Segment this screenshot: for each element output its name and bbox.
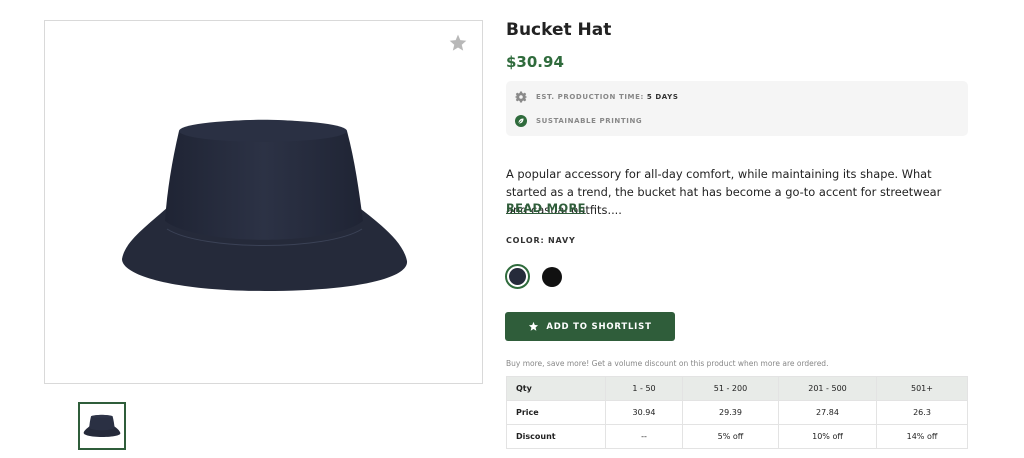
table-row: Discount -- 5% off 10% off 14% off [506,424,968,449]
product-thumbnail[interactable] [78,402,126,450]
add-to-shortlist-button[interactable]: ADD TO SHORTLIST [505,312,675,341]
volume-discount-note: Buy more, save more! Get a volume discou… [506,359,829,368]
table-cell: -- [605,424,683,449]
color-swatch-navy-fill [509,268,526,285]
table-header-cell: 501+ [876,376,968,401]
product-image[interactable] [44,20,483,384]
read-more-link[interactable]: READ MORE [506,201,586,215]
production-time-row: EST. PRODUCTION TIME: 5 DAYS [515,91,678,103]
table-cell: Discount [506,424,606,449]
table-header-row: Qty 1 - 50 51 - 200 201 - 500 501+ [506,376,968,401]
table-header-cell: 51 - 200 [682,376,779,401]
table-header-cell: Qty [506,376,606,401]
gear-icon [515,91,527,103]
table-cell: 14% off [876,424,968,449]
table-header-cell: 1 - 50 [605,376,683,401]
production-time-label: EST. PRODUCTION TIME: [536,93,644,101]
table-cell: 26.3 [876,400,968,425]
add-to-shortlist-label: ADD TO SHORTLIST [546,321,652,332]
color-swatch-black[interactable] [542,267,562,287]
volume-discount-table: Qty 1 - 50 51 - 200 201 - 500 501+ Price… [506,376,968,449]
table-cell: 5% off [682,424,779,449]
table-cell: 10% off [778,424,877,449]
product-price: $30.94 [506,53,564,71]
bucket-hat-thumbnail-image [83,414,121,437]
bucket-hat-image [122,119,408,291]
table-cell: 29.39 [682,400,779,425]
color-label: COLOR: NAVY [506,236,576,245]
product-info-box: EST. PRODUCTION TIME: 5 DAYS SUSTAINABLE… [506,81,968,136]
sustainable-printing-row: SUSTAINABLE PRINTING [515,115,642,127]
sustainable-printing-label: SUSTAINABLE PRINTING [536,117,643,125]
star-icon[interactable] [448,33,468,53]
color-swatch-navy[interactable] [505,264,530,289]
table-row: Price 30.94 29.39 27.84 26.3 [506,400,968,425]
product-title: Bucket Hat [506,20,612,40]
table-cell: Price [506,400,606,425]
table-cell: 30.94 [605,400,683,425]
leaf-icon [515,115,527,127]
production-time-value: 5 DAYS [646,93,679,101]
table-header-cell: 201 - 500 [778,376,877,401]
star-icon [529,321,539,331]
table-cell: 27.84 [778,400,877,425]
